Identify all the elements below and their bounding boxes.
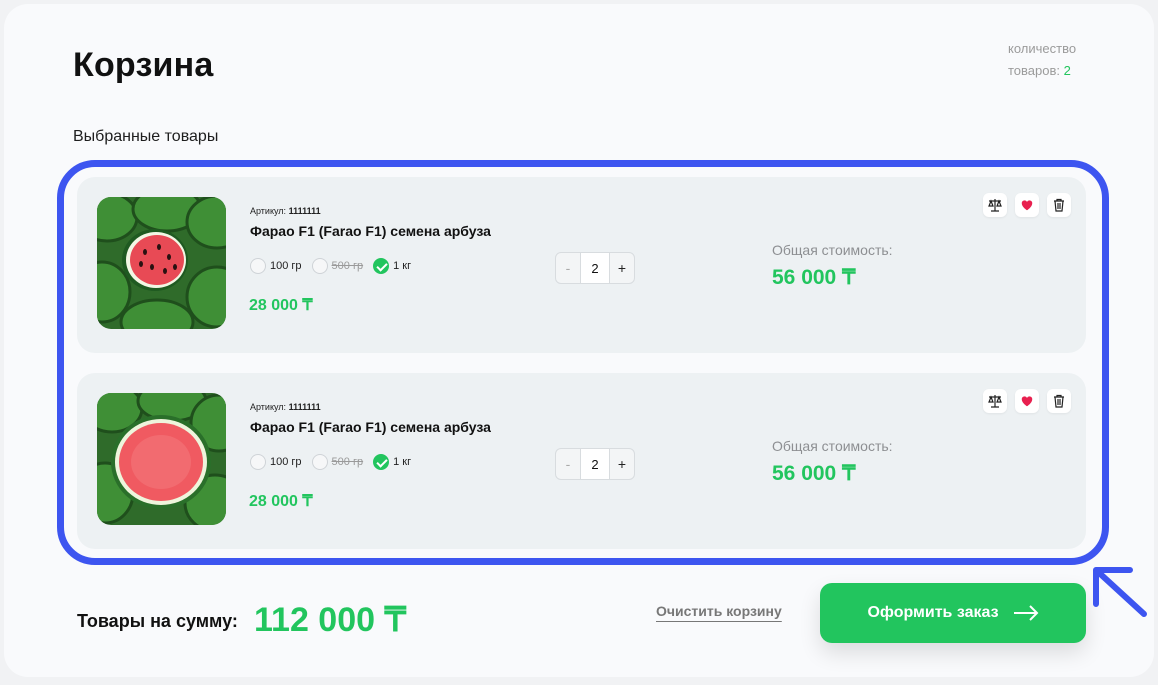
pointer-arrow-icon [1093,567,1147,617]
sum-value: 112 000 ₸ [254,601,407,639]
page-title: Корзина [73,46,214,84]
arrow-right-icon [1013,605,1038,621]
clear-cart-link[interactable]: Очистить корзину [656,603,782,619]
section-subtitle: Выбранные товары [73,128,219,145]
selected-items-highlight [57,160,1109,565]
checkout-button[interactable]: Оформить заказ [820,583,1086,643]
item-count: количество товаров: 2 [1008,41,1077,78]
sum-label: Товары на сумму: [77,611,238,631]
item-count-value: 2 [1063,63,1071,78]
